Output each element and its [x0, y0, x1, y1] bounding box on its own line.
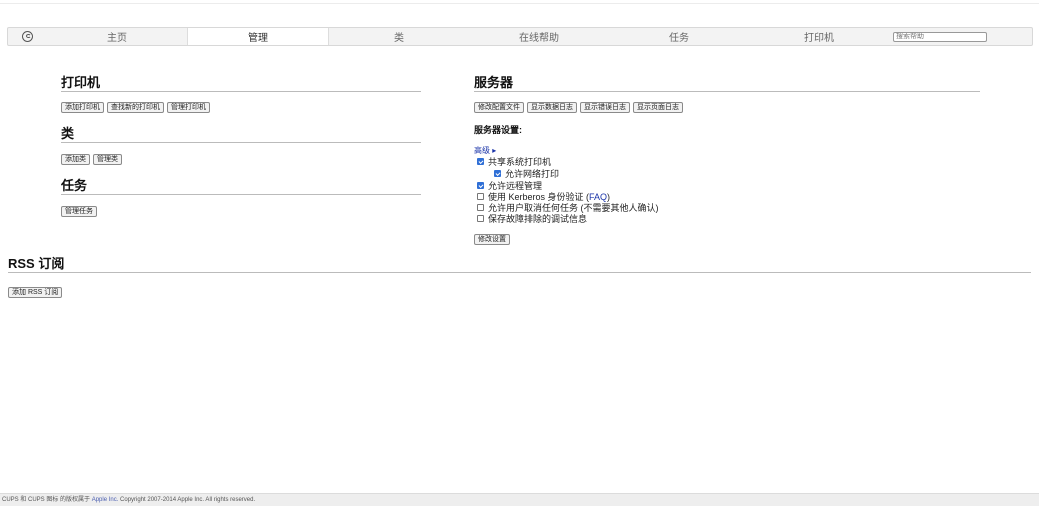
server-settings-title: 服务器设置:: [474, 125, 522, 135]
server-buttons: 修改配置文件 显示数据日志 显示错误日志 显示页面日志: [474, 102, 683, 113]
view-error-log-button[interactable]: 显示错误日志: [580, 102, 630, 113]
checkbox-icon[interactable]: [477, 158, 484, 165]
manage-printers-button[interactable]: 管理打印机: [167, 102, 210, 113]
rss-buttons: 添加 RSS 订阅: [8, 287, 63, 298]
option-label-suffix: ): [607, 191, 611, 202]
printers-heading: 打印机: [61, 75, 421, 92]
server-heading: 服务器: [474, 75, 980, 92]
find-new-printers-button[interactable]: 查找新的打印机: [107, 102, 164, 113]
apply-row: 修改设置: [474, 234, 510, 245]
jobs-buttons: 管理任务: [61, 206, 97, 217]
cups-logo-icon: [22, 31, 33, 42]
add-class-button[interactable]: 添加类: [61, 154, 90, 165]
footer-prefix: CUPS 和 CUPS 图标 的版权属于: [2, 497, 92, 503]
option-debug-logging[interactable]: 保存故障排除的调试信息: [477, 212, 587, 225]
add-rss-subscription-button[interactable]: 添加 RSS 订阅: [8, 287, 63, 298]
nav-bar: 主页 管理 类 在线帮助 任务 打印机: [7, 27, 1033, 46]
manage-classes-button[interactable]: 管理类: [93, 154, 122, 165]
tab-classes[interactable]: 类: [329, 28, 469, 45]
faq-link[interactable]: FAQ: [589, 192, 607, 202]
apple-link[interactable]: Apple Inc.: [92, 497, 119, 503]
checkbox-icon[interactable]: [477, 215, 484, 222]
footer: CUPS 和 CUPS 图标 的版权属于 Apple Inc. Copyrigh…: [0, 493, 1039, 506]
tab-home[interactable]: 主页: [47, 28, 187, 45]
home-logo-link[interactable]: [8, 28, 47, 45]
view-page-log-button[interactable]: 显示页面日志: [633, 102, 683, 113]
top-divider: [0, 3, 1039, 4]
classes-heading: 类: [61, 126, 421, 143]
tab-jobs[interactable]: 任务: [609, 28, 749, 45]
tab-administration[interactable]: 管理: [187, 28, 329, 45]
checkbox-icon[interactable]: [477, 193, 484, 200]
tab-online-help[interactable]: 在线帮助: [469, 28, 609, 45]
edit-config-file-button[interactable]: 修改配置文件: [474, 102, 524, 113]
checkbox-icon[interactable]: [477, 182, 484, 189]
view-access-log-button[interactable]: 显示数据日志: [527, 102, 577, 113]
checkbox-icon[interactable]: [494, 170, 501, 177]
rss-heading: RSS 订阅: [8, 256, 1031, 273]
change-settings-button[interactable]: 修改设置: [474, 234, 510, 245]
manage-jobs-button[interactable]: 管理任务: [61, 206, 97, 217]
checkbox-icon[interactable]: [477, 204, 484, 211]
search-cell: [889, 28, 1032, 45]
jobs-heading: 任务: [61, 178, 421, 195]
option-label: 保存故障排除的调试信息: [488, 214, 588, 224]
tab-printers[interactable]: 打印机: [749, 28, 889, 45]
footer-suffix: Copyright 2007-2014 Apple Inc. All right…: [118, 497, 256, 503]
printers-buttons: 添加打印机 查找新的打印机 管理打印机: [61, 102, 210, 113]
add-printer-button[interactable]: 添加打印机: [61, 102, 104, 113]
search-help-input[interactable]: [893, 31, 987, 42]
classes-buttons: 添加类 管理类: [61, 154, 122, 165]
